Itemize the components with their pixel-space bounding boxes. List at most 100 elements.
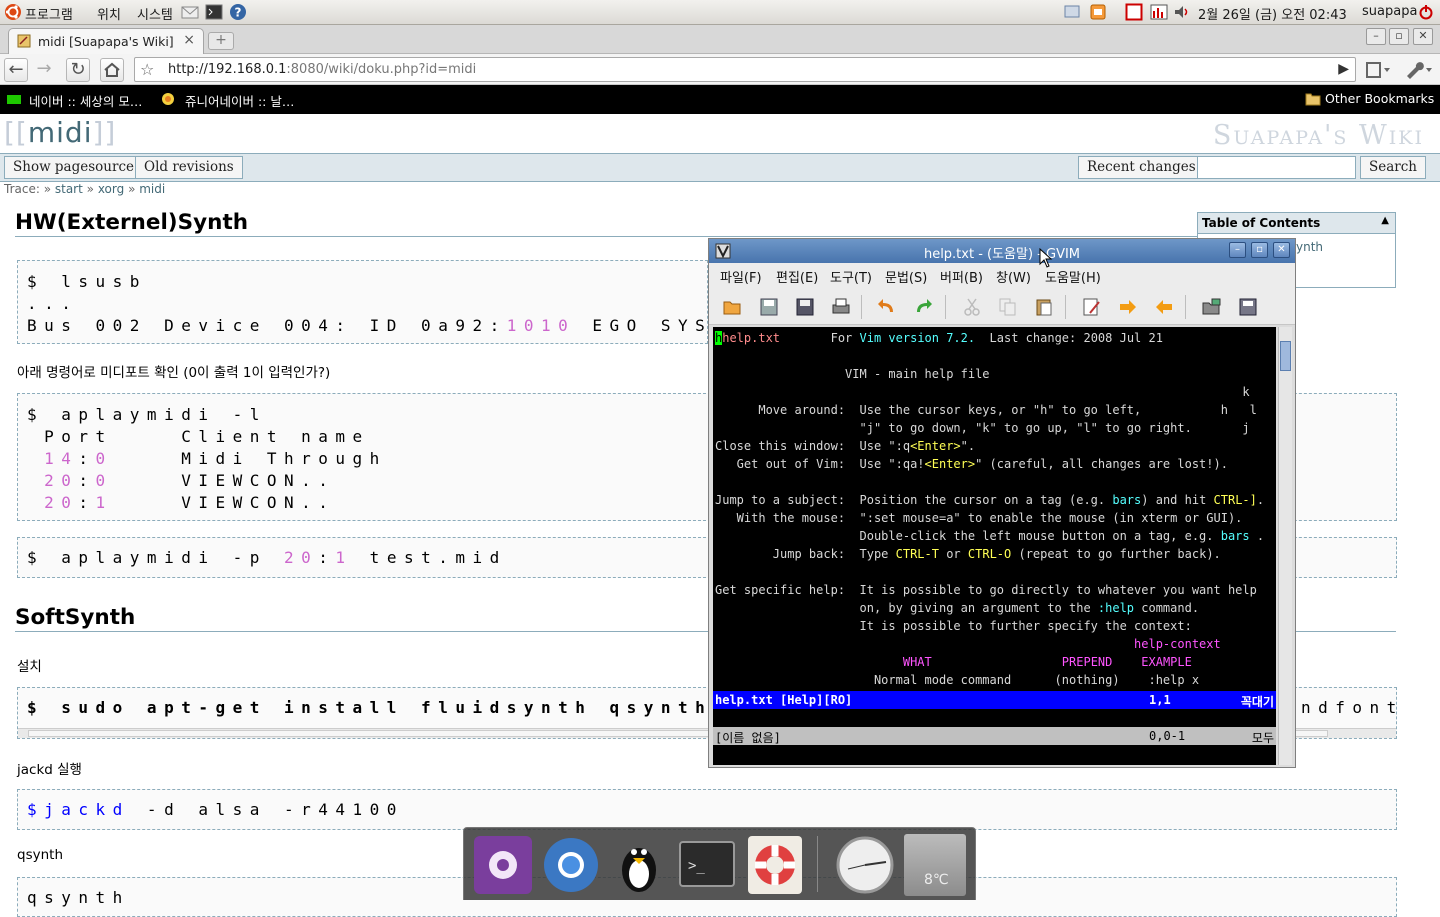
gvim-menu-syntax[interactable]: 문법(S) [885, 267, 927, 286]
bookmark-junior-naver[interactable]: 쥬니어네이버 :: 날… [185, 91, 294, 110]
maximize-window-button[interactable]: ▫ [1389, 28, 1409, 45]
close-window-button[interactable]: ✕ [1413, 28, 1433, 45]
user-menu[interactable]: suapapa [1362, 4, 1417, 19]
save-all-icon[interactable] [795, 297, 815, 317]
bookmark-star-icon[interactable]: ☆ [140, 60, 154, 79]
help-icon[interactable]: ? [229, 3, 247, 21]
minimize-window-button[interactable]: – [1366, 28, 1386, 45]
gvim-menu-help[interactable]: 도움말(H) [1045, 267, 1101, 286]
cut-icon[interactable] [962, 297, 982, 317]
breadcrumb-xorg[interactable]: xorg [98, 182, 124, 196]
tab-title: midi [Suapapa's Wiki] [38, 34, 174, 49]
recent-changes-button[interactable]: Recent changes [1078, 156, 1205, 179]
back-button[interactable]: ← [4, 58, 28, 82]
ubuntu-logo-icon[interactable] [4, 3, 22, 21]
heading-hw-synth: HW(Externel)Synth [15, 210, 249, 235]
mail-icon[interactable] [181, 3, 199, 21]
clock-dock-icon[interactable] [834, 834, 896, 896]
wiki-favicon-icon [17, 34, 31, 48]
tux-dock-icon[interactable] [608, 834, 670, 896]
bookmarks-bar: 네이버 :: 세상의 모… 쥬니어네이버 :: 날… Other Bookmar… [0, 85, 1440, 114]
gvim-menu-buffers[interactable]: 버퍼(B) [940, 267, 983, 286]
gvim-scrollbar-thumb[interactable] [1280, 341, 1291, 371]
breadcrumb-midi[interactable]: midi [139, 182, 165, 196]
notification-icon[interactable] [1125, 3, 1143, 21]
bookmark-naver[interactable]: 네이버 :: 세상의 모… [29, 91, 142, 110]
find-previous-icon[interactable] [1154, 297, 1174, 317]
folder-icon [1305, 93, 1321, 106]
dock: >_ 8℃ [463, 827, 976, 900]
top-panel: 프로그램 위치 시스템 ? 2월 26일 (금) 오전 02:43 suapap… [0, 0, 1440, 25]
menu-applications[interactable]: 프로그램 [25, 4, 73, 23]
tab-close-button[interactable]: × [183, 32, 195, 48]
power-icon[interactable] [1418, 4, 1434, 20]
svg-text:>_: >_ [688, 858, 705, 874]
copy-icon[interactable] [998, 297, 1018, 317]
chromium-dock-icon[interactable] [540, 834, 602, 896]
save-icon[interactable] [759, 297, 779, 317]
gvim-menu-tools[interactable]: 도구(T) [830, 267, 872, 286]
toc-item[interactable]: ynth [1296, 240, 1323, 254]
system-monitor-icon[interactable] [1150, 3, 1168, 21]
gvim-minimize-button[interactable]: – [1229, 242, 1246, 258]
forward-button[interactable]: → [32, 58, 56, 82]
print-icon[interactable] [831, 297, 851, 317]
naver-favicon-icon [7, 95, 21, 104]
gvim-menubar: 파일(F) 편집(E) 도구(T) 문법(S) 버퍼(B) 창(W) 도움말(H… [709, 263, 1295, 287]
search-input[interactable] [1197, 156, 1356, 179]
page-title[interactable]: [[midi]] [4, 116, 116, 149]
gvim-maximize-button[interactable]: ▫ [1251, 242, 1268, 258]
paste-icon[interactable] [1034, 297, 1054, 317]
system-settings-dock-icon[interactable] [472, 834, 534, 896]
network-icon[interactable] [1063, 3, 1081, 21]
redo-icon[interactable] [913, 297, 933, 317]
terminal-launcher-icon[interactable] [205, 3, 223, 21]
tab-strip: midi [Suapapa's Wiki] × + [0, 25, 1440, 54]
save-session-icon[interactable] [1238, 297, 1258, 317]
help-lifebuoy-dock-icon[interactable] [744, 834, 806, 896]
url-text[interactable]: http://192.168.0.1:8080/wiki/doku.php?id… [168, 62, 476, 77]
go-icon[interactable]: ▶ [1338, 61, 1349, 77]
gvim-menu-edit[interactable]: 편집(E) [776, 267, 818, 286]
gvim-menu-file[interactable]: 파일(F) [720, 267, 762, 286]
page-menu-icon[interactable] [1366, 61, 1392, 79]
paragraph-check-port: 아래 명령어로 미디포트 확인 (0이 출력 1이 입력인가?) [17, 365, 331, 381]
old-revisions-button[interactable]: Old revisions [135, 156, 243, 179]
gvim-toolbar [709, 287, 1295, 325]
open-file-icon[interactable] [723, 297, 743, 317]
toc-collapse-icon[interactable]: ▲ [1381, 215, 1389, 226]
wrench-menu-icon[interactable] [1404, 60, 1434, 80]
address-bar[interactable]: ☆ http://192.168.0.1:8080/wiki/doku.php?… [134, 57, 1356, 82]
menu-places[interactable]: 위치 [97, 4, 121, 23]
code-block-jackd: $jackd -d alsa -r44100 [17, 789, 1397, 830]
reload-button[interactable]: ↻ [66, 58, 90, 82]
gvim-titlebar[interactable]: help.txt - (도움말) - GVIM – ▫ ✕ [709, 239, 1295, 263]
update-icon[interactable] [1089, 3, 1107, 21]
search-button[interactable]: Search [1360, 156, 1426, 179]
site-name[interactable]: Suapapa's Wiki [1213, 120, 1424, 151]
undo-icon[interactable] [877, 297, 897, 317]
gvim-vertical-scrollbar[interactable] [1278, 327, 1292, 765]
home-button[interactable] [100, 58, 124, 82]
volume-icon[interactable] [1173, 3, 1191, 21]
new-tab-button[interactable]: + [208, 32, 234, 50]
menu-system[interactable]: 시스템 [137, 4, 173, 23]
junior-naver-favicon-icon [162, 93, 174, 105]
toc-header[interactable]: Table of Contents ▲ [1197, 212, 1396, 234]
clock[interactable]: 2월 26일 (금) 오전 02:43 [1198, 4, 1347, 23]
gvim-window[interactable]: help.txt - (도움말) - GVIM – ▫ ✕ 파일(F) 편집(E… [708, 238, 1296, 768]
find-next-icon[interactable] [1118, 297, 1138, 317]
gvim-close-button[interactable]: ✕ [1273, 242, 1290, 258]
load-session-icon[interactable] [1202, 297, 1222, 317]
other-bookmarks[interactable]: Other Bookmarks [1325, 91, 1434, 106]
home-icon [104, 62, 120, 77]
paragraph-jackd: jackd 실행 [17, 762, 82, 778]
tab-midi[interactable]: midi [Suapapa's Wiki] × [8, 28, 204, 54]
find-replace-icon[interactable] [1082, 297, 1102, 317]
weather-dock-icon[interactable]: 8℃ [904, 834, 966, 896]
gvim-menu-window[interactable]: 창(W) [996, 267, 1031, 286]
terminal-dock-icon[interactable]: >_ [676, 834, 738, 896]
show-pagesource-button[interactable]: Show pagesource [4, 156, 143, 179]
forward-arrow-icon: → [36, 58, 52, 79]
breadcrumb-start[interactable]: start [55, 182, 83, 196]
